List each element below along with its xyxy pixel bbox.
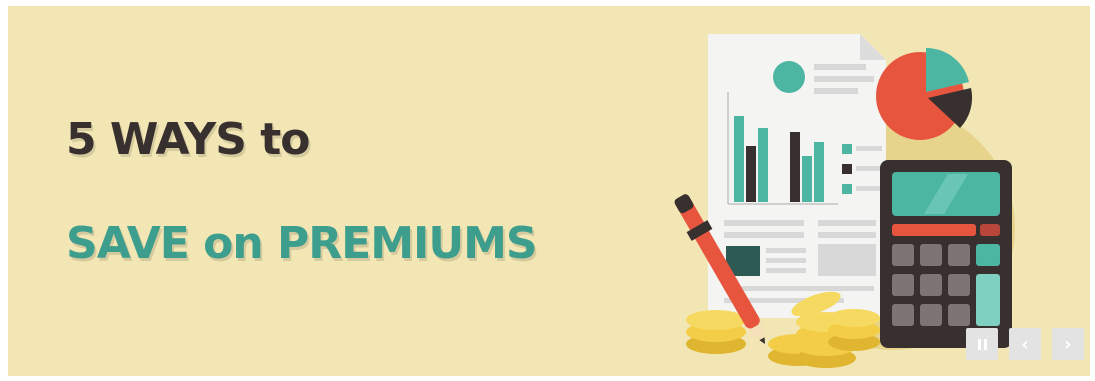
promo-banner[interactable]: 5 WAYS to SAVE on PREMIUMS ‹ › <box>8 6 1090 376</box>
pause-icon <box>977 338 987 350</box>
chevron-right-icon: › <box>1064 333 1072 355</box>
slideshow-prev-button[interactable]: ‹ <box>1009 328 1041 360</box>
finance-illustration <box>674 34 1015 368</box>
chevron-left-icon: ‹ <box>1021 333 1029 355</box>
slideshow-pause-button[interactable] <box>966 328 998 360</box>
report-document-illustration <box>708 34 886 318</box>
slideshow-next-button[interactable]: › <box>1052 328 1084 360</box>
calculator-illustration <box>880 160 1012 348</box>
